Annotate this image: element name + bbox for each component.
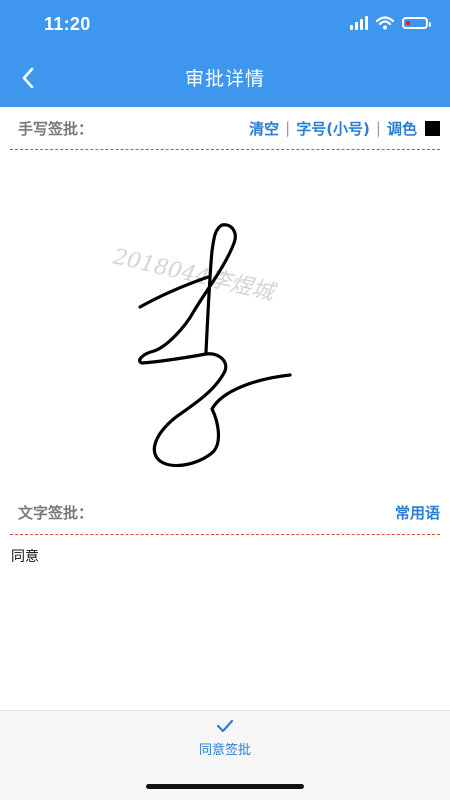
page-title: 审批详情 bbox=[184, 68, 265, 90]
signature-canvas[interactable]: 2018044李煜城 bbox=[0, 151, 450, 491]
clear-button[interactable]: 清空 bbox=[249, 118, 279, 139]
separator: | bbox=[285, 119, 291, 137]
text-sign-label: 文字签批： bbox=[18, 503, 94, 522]
home-indicator bbox=[146, 784, 304, 789]
text-sign-header: 文字签批： 常用语 bbox=[0, 493, 450, 531]
check-icon bbox=[216, 719, 234, 733]
text-sign-divider bbox=[10, 534, 440, 535]
app-header: 11:20 审批详情 bbox=[0, 0, 450, 107]
approve-label: 同意签批 bbox=[198, 743, 251, 758]
approve-button[interactable]: 同意签批 bbox=[150, 715, 300, 771]
signal-icon bbox=[350, 16, 368, 30]
common-phrases-button[interactable]: 常用语 bbox=[395, 502, 440, 523]
signature-pad[interactable]: 2018044李煜城 bbox=[0, 151, 450, 491]
battery-icon bbox=[402, 17, 431, 29]
battery-level bbox=[406, 21, 410, 25]
status-time: 11:20 bbox=[44, 14, 91, 34]
handwriting-label: 手写签批： bbox=[18, 119, 94, 138]
handwriting-header: 手写签批： 清空 | 字号(小号) | 调色 bbox=[0, 109, 450, 147]
wifi-icon bbox=[376, 16, 394, 30]
nav-bar: 审批详情 bbox=[0, 50, 450, 107]
status-bar: 11:20 bbox=[0, 0, 450, 50]
separator: | bbox=[375, 119, 381, 137]
handwriting-actions: 清空 | 字号(小号) | 调色 bbox=[249, 118, 440, 139]
text-sign-content[interactable]: 同意 bbox=[11, 546, 39, 566]
handwriting-divider bbox=[10, 149, 440, 150]
status-icons bbox=[350, 16, 431, 30]
color-button[interactable]: 调色 bbox=[387, 118, 417, 139]
color-swatch[interactable] bbox=[425, 120, 440, 136]
signature-watermark: 2018044李煜城 bbox=[110, 244, 279, 306]
font-size-button[interactable]: 字号(小号) bbox=[296, 118, 370, 139]
